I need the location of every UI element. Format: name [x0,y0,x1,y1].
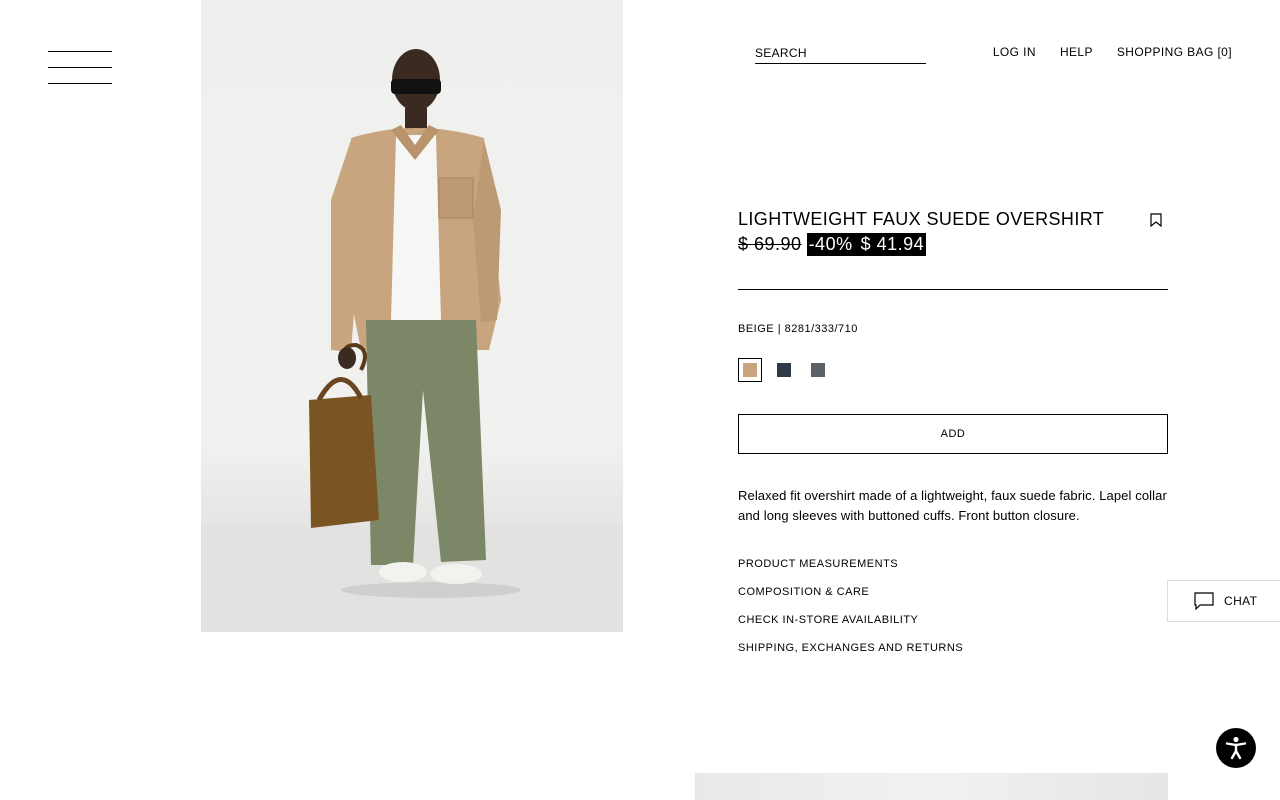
model-illustration [201,49,623,632]
menu-line [48,83,112,84]
secondary-product-image[interactable] [695,773,1168,800]
product-reference: 8281/333/710 [784,323,858,335]
color-separator: | [777,323,782,335]
sale-badge: -40% $ 41.94 [806,233,927,256]
swatch-grey[interactable] [806,358,830,382]
swatch-beige[interactable] [738,358,762,382]
hamburger-menu-icon[interactable] [48,51,112,85]
login-link[interactable]: LOG IN [993,45,1036,59]
bookmark-icon[interactable] [1150,213,1162,227]
help-link[interactable]: HELP [1060,45,1093,59]
product-main-image[interactable] [201,0,623,632]
info-links: PRODUCT MEASUREMENTS COMPOSITION & CARE … [738,558,1168,654]
shopping-bag-link[interactable]: SHOPPING BAG [0] [1117,45,1232,59]
price-row: $ 69.90 -40% $ 41.94 [738,233,1168,256]
accessibility-icon [1225,736,1247,760]
chat-bubble-icon [1194,592,1214,610]
divider [738,289,1168,290]
shipping-returns-link[interactable]: SHIPPING, EXCHANGES AND RETURNS [738,642,1168,654]
product-description: Relaxed fit overshirt made of a lightwei… [738,488,1167,523]
swatch-color [743,363,757,377]
chat-button[interactable]: CHAT [1167,580,1280,622]
composition-care-link[interactable]: COMPOSITION & CARE [738,586,1168,598]
search-input[interactable] [755,45,926,61]
store-availability-link[interactable]: CHECK IN-STORE AVAILABILITY [738,614,1168,626]
swatch-navy[interactable] [772,358,796,382]
product-title: LIGHTWEIGHT FAUX SUEDE OVERSHIRT [738,209,1105,229]
swatch-color [777,363,791,377]
chat-label: CHAT [1224,594,1258,608]
discount-percent: -40% [808,234,853,254]
menu-line [48,67,112,68]
original-price: $ 69.90 [738,234,802,254]
add-to-bag-button[interactable]: ADD [738,414,1168,454]
sale-price: $ 41.94 [860,234,925,254]
search-field[interactable] [755,44,926,64]
accessibility-button[interactable] [1216,728,1256,768]
color-swatches [738,358,1168,382]
color-name: BEIGE [738,323,775,335]
top-navigation: LOG IN HELP SHOPPING BAG [0] [993,45,1232,59]
title-row: LIGHTWEIGHT FAUX SUEDE OVERSHIRT [738,208,1168,230]
swatch-color [811,363,825,377]
color-reference: BEIGE | 8281/333/710 [738,323,1168,335]
product-measurements-link[interactable]: PRODUCT MEASUREMENTS [738,558,1168,570]
menu-line [48,51,112,52]
product-info: LIGHTWEIGHT FAUX SUEDE OVERSHIRT $ 69.90… [738,208,1168,670]
